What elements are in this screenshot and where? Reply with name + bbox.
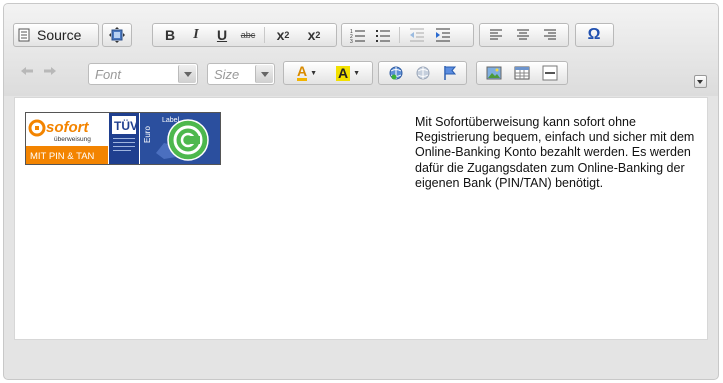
basic-styles-group: B I U abc x2 x2: [152, 23, 337, 47]
align-right-button[interactable]: [539, 26, 561, 44]
font-select[interactable]: Font: [88, 63, 198, 85]
outdent-icon: [410, 28, 424, 42]
maximize-button[interactable]: [107, 26, 127, 44]
insert-group: [476, 61, 568, 85]
editor-toolbar: Source B I U abc x2 x2 123 Ω Font Size A…: [4, 4, 718, 96]
italic-label: I: [193, 27, 199, 42]
anchor-button[interactable]: [439, 64, 461, 82]
document-icon: [18, 28, 30, 42]
link-group: [378, 61, 467, 85]
chevron-down-icon[interactable]: [255, 65, 273, 83]
superscript-label: x: [307, 27, 316, 43]
sofort-wordmark: sofort: [46, 119, 90, 136]
payment-description-text: Mit Sofortüberweisung kann sofort ohne R…: [415, 115, 695, 190]
align-left-icon: [490, 29, 502, 40]
text-color-icon: A: [296, 63, 308, 81]
align-right-icon: [544, 29, 556, 40]
background-color-button[interactable]: A ▼: [330, 64, 366, 82]
horizontal-rule-icon: [542, 65, 558, 81]
outdent-button[interactable]: [406, 26, 428, 44]
indent-button[interactable]: [432, 26, 454, 44]
underline-label: U: [216, 27, 228, 43]
strike-label: abc: [240, 30, 256, 40]
bold-button[interactable]: B: [159, 26, 181, 44]
chevron-down-icon[interactable]: [178, 65, 196, 83]
bold-label: B: [164, 27, 176, 43]
superscript-index: 2: [315, 30, 321, 40]
background-color-icon: A: [335, 64, 351, 81]
image-button[interactable]: [483, 64, 505, 82]
redo-icon: [44, 67, 56, 75]
flag-icon: [444, 66, 457, 80]
sofort-logo-image: sofort überweisung MIT PIN & TAN TÜV Eur…: [26, 113, 220, 164]
size-select[interactable]: Size: [207, 63, 275, 85]
size-select-label: Size: [214, 67, 240, 82]
align-group: [479, 23, 569, 47]
toolbar-separator: [264, 27, 265, 43]
unlink-globe-icon: [416, 66, 430, 80]
rich-text-editor: Source B I U abc x2 x2 123 Ω Font Size A…: [3, 3, 719, 380]
image-icon: [486, 66, 502, 80]
underline-button[interactable]: U: [211, 26, 233, 44]
sofort-tuv-logo: sofort überweisung MIT PIN & TAN TÜV Eur…: [25, 112, 221, 165]
unlink-button[interactable]: [412, 64, 434, 82]
pin-tan-text: MIT PIN & TAN: [30, 151, 95, 162]
euro-text: Euro: [143, 126, 152, 143]
bulleted-list-button[interactable]: [372, 26, 394, 44]
source-label: Source: [37, 27, 82, 43]
subscript-button[interactable]: x2: [270, 26, 296, 44]
table-icon: [514, 66, 530, 80]
superscript-button[interactable]: x2: [301, 26, 327, 44]
special-char-button[interactable]: Ω: [582, 26, 606, 44]
strikethrough-button[interactable]: abc: [237, 26, 259, 44]
tuv-text: TÜV: [114, 118, 138, 133]
undo-icon: [21, 67, 33, 75]
align-center-button[interactable]: [512, 26, 534, 44]
undo-button[interactable]: [18, 62, 36, 80]
subscript-label: x: [276, 27, 285, 43]
table-button[interactable]: [511, 64, 533, 82]
ueberweisung-wordmark: überweisung: [54, 136, 91, 143]
toolbar-separator: [399, 27, 400, 43]
chevron-down-icon: ▼: [310, 69, 318, 77]
numbered-list-icon: 123: [350, 29, 365, 43]
collapse-toolbar-button[interactable]: [694, 75, 707, 88]
align-center-icon: [517, 29, 529, 40]
bulleted-list-icon: [376, 30, 390, 42]
link-globe-icon: [389, 66, 403, 80]
color-group: A ▼ A ▼: [283, 61, 373, 85]
italic-button[interactable]: I: [185, 26, 207, 44]
maximize-group: [102, 23, 132, 47]
numbered-list-button[interactable]: 123: [347, 26, 369, 44]
editor-content-area[interactable]: sofort überweisung MIT PIN & TAN TÜV Eur…: [14, 97, 708, 340]
horizontal-rule-button[interactable]: [539, 64, 561, 82]
text-color-button[interactable]: A ▼: [289, 64, 325, 82]
redo-button[interactable]: [41, 62, 59, 80]
svg-text:3: 3: [350, 39, 353, 43]
indent-icon: [436, 28, 450, 42]
link-button[interactable]: [385, 64, 407, 82]
special-char-group: Ω: [575, 23, 614, 47]
source-button[interactable]: Source: [17, 26, 95, 44]
chevron-down-icon: ▼: [353, 69, 361, 77]
maximize-icon: [109, 27, 125, 43]
omega-icon: Ω: [587, 26, 601, 43]
font-select-label: Font: [95, 67, 122, 82]
subscript-index: 2: [284, 30, 290, 40]
list-group: 123: [341, 23, 474, 47]
source-group: Source: [13, 23, 99, 47]
align-left-button[interactable]: [485, 26, 507, 44]
